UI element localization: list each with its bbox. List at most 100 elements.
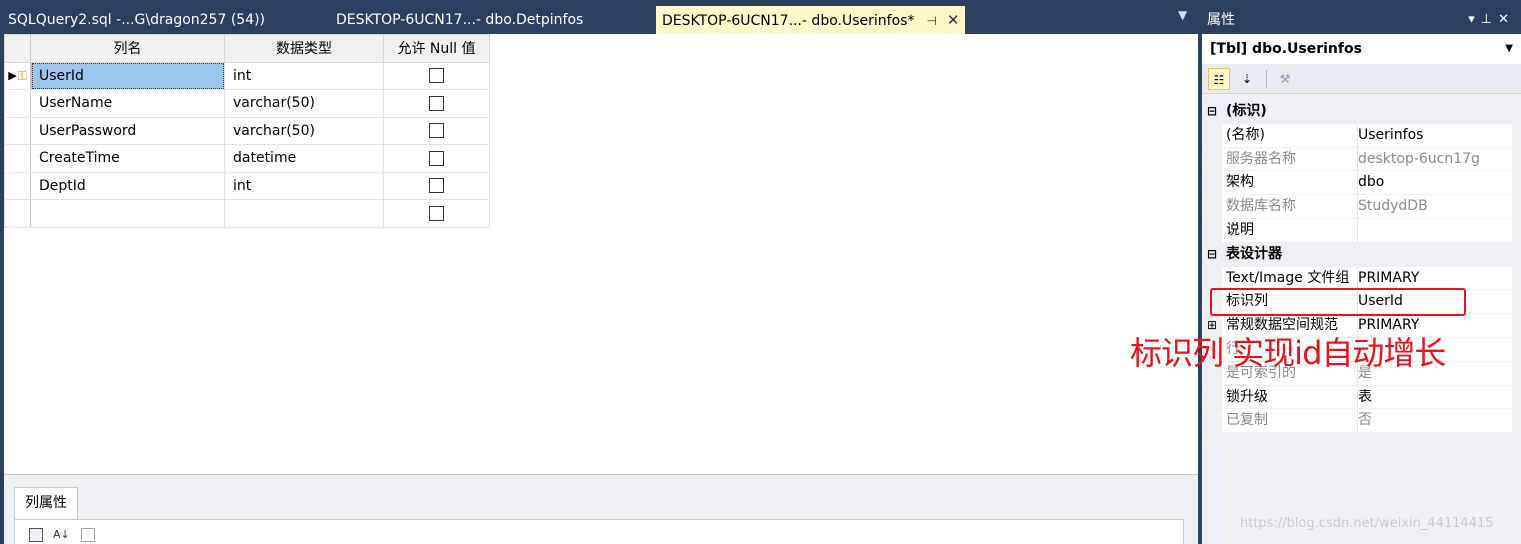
property-value[interactable]: Userinfos — [1357, 123, 1512, 147]
row-selector[interactable]: ▶ ⚿ — [4, 61, 31, 90]
allow-null-cell[interactable] — [383, 89, 490, 118]
table-row[interactable]: UserPassword varchar(50) — [4, 116, 490, 145]
allow-null-checkbox[interactable] — [429, 178, 444, 194]
window-position-icon[interactable]: ▾ — [1468, 12, 1481, 27]
data-type-header: 数据类型 — [224, 34, 384, 63]
row-selector[interactable] — [4, 171, 31, 200]
allow-null-cell[interactable] — [383, 61, 490, 90]
properties-title-bar: 属性 ▾⊥✕ — [1202, 6, 1521, 34]
allow-null-header: 允许 Null 值 — [383, 34, 490, 63]
allow-null-checkbox[interactable] — [429, 95, 444, 111]
allow-null-checkbox[interactable] — [429, 68, 444, 84]
table-row[interactable]: CreateTime datetime — [4, 144, 490, 173]
property-key: 数据库名称 — [1226, 198, 1296, 215]
document-tab-strip: SQLQuery2.sql -...G\dragon257 (54)) DESK… — [0, 0, 1200, 34]
tab-detpinfos[interactable]: DESKTOP-6UCN17...- dbo.Detpinfos — [330, 6, 589, 34]
property-row-database-name[interactable]: 数据库名称 StudydDB — [1202, 195, 1512, 219]
row-selector[interactable] — [4, 144, 31, 173]
property-row-server-name[interactable]: 服务器名称 desktop-6ucn17g — [1202, 147, 1512, 172]
tab-label: SQLQuery2.sql -...G\dragon257 (54)) — [8, 12, 266, 28]
allow-null-checkbox[interactable] — [429, 150, 444, 166]
collapse-icon[interactable]: ⊟ — [1202, 242, 1222, 267]
property-key: 锁升级 — [1226, 388, 1268, 405]
property-row-name[interactable]: (名称) Userinfos — [1202, 123, 1512, 148]
properties-title: 属性 — [1207, 12, 1235, 28]
row-selector[interactable] — [4, 199, 31, 228]
property-row-text-image-filegroup[interactable]: Text/Image 文件组 PRIMARY — [1202, 266, 1512, 291]
property-value[interactable]: 表 — [1357, 385, 1512, 409]
table-designer: 列名 数据类型 允许 Null 值 ▶ ⚿ UserId int UserName… — [4, 34, 1198, 474]
allow-null-checkbox[interactable] — [429, 205, 444, 221]
row-selector[interactable] — [4, 116, 31, 145]
allow-null-cell[interactable] — [383, 116, 490, 145]
column-name-cell[interactable] — [30, 199, 225, 228]
collapse-icon[interactable]: ⊟ — [1202, 100, 1222, 124]
category-identity[interactable]: ⊟ (标识) — [1202, 100, 1512, 124]
column-name-header: 列名 — [30, 34, 225, 63]
tab-list-dropdown-icon[interactable]: ▼ — [1178, 8, 1187, 22]
tab-column-properties[interactable]: 列属性 — [14, 487, 78, 519]
data-type-cell[interactable]: varchar(50) — [224, 89, 384, 118]
data-type-cell[interactable]: datetime — [224, 144, 384, 173]
allow-null-checkbox[interactable] — [429, 123, 444, 139]
property-row-description[interactable]: 说明 — [1202, 218, 1512, 243]
column-name-cell[interactable]: UserName — [30, 89, 225, 118]
property-value[interactable]: desktop-6ucn17g — [1357, 147, 1512, 171]
data-type-cell[interactable]: int — [224, 61, 384, 90]
column-name-cell[interactable]: CreateTime — [30, 144, 225, 173]
property-value[interactable] — [1357, 218, 1512, 242]
properties-window: 属性 ▾⊥✕ [Tbl] dbo.Userinfos ▼ ☷ ⇣ ⚒ ⊟ (标识… — [1202, 6, 1521, 544]
table-row-new[interactable] — [4, 199, 490, 228]
close-icon[interactable]: ✕ — [947, 11, 960, 29]
property-value[interactable]: StudydDB — [1357, 195, 1512, 218]
property-grid: ⊟ (标识) (名称) Userinfos 服务器名称 desktop-6ucn17… — [1202, 100, 1512, 434]
categorized-icon[interactable] — [29, 528, 43, 542]
property-pages-wrench-icon[interactable]: ⚒ — [1274, 68, 1296, 90]
property-key: 服务器名称 — [1226, 150, 1296, 167]
allow-null-cell[interactable] — [383, 171, 490, 200]
current-row-arrow-icon: ▶ — [8, 69, 17, 83]
table-row[interactable]: ▶ ⚿ UserId int — [4, 61, 490, 90]
property-key: 已复制 — [1226, 412, 1268, 429]
table-row[interactable]: DeptId int — [4, 171, 490, 200]
pin-icon[interactable]: ⊣ — [926, 14, 936, 28]
table-row[interactable]: UserName varchar(50) — [4, 89, 490, 118]
alphabetical-sort-icon[interactable]: ⇣ — [1236, 68, 1258, 90]
close-icon[interactable]: ✕ — [1498, 12, 1515, 27]
toolbar-separator — [1266, 70, 1267, 88]
property-key: 架构 — [1226, 174, 1254, 191]
column-name-cell[interactable]: UserId — [30, 61, 225, 90]
watermark: https://blog.csdn.net/weixin_44114415 — [1240, 516, 1494, 531]
properties-scrollbar[interactable] — [1512, 100, 1521, 544]
property-key: 说明 — [1226, 221, 1254, 238]
property-key: (名称) — [1226, 126, 1265, 143]
data-type-cell[interactable]: int — [224, 171, 384, 200]
property-value[interactable]: 否 — [1357, 409, 1512, 433]
category-label: 表设计器 — [1226, 245, 1282, 262]
data-type-cell[interactable]: varchar(50) — [224, 116, 384, 145]
allow-null-cell[interactable] — [383, 144, 490, 173]
pin-icon[interactable]: ⊥ — [1481, 12, 1498, 27]
alphabetical-icon[interactable]: A↓ — [53, 528, 70, 544]
allow-null-cell[interactable] — [383, 199, 490, 228]
property-value[interactable]: dbo — [1357, 171, 1512, 195]
data-type-cell[interactable] — [224, 199, 384, 228]
column-name-cell[interactable]: UserPassword — [30, 116, 225, 145]
column-name-cell[interactable]: DeptId — [30, 171, 225, 200]
property-row-lock-escalation[interactable]: 锁升级 表 — [1202, 385, 1512, 410]
tab-sqlquery2[interactable]: SQLQuery2.sql -...G\dragon257 (54)) — [2, 6, 271, 34]
property-pages-icon[interactable] — [81, 528, 95, 542]
primary-key-icon: ⚿ — [17, 68, 27, 83]
property-key: Text/Image 文件组 — [1226, 269, 1350, 286]
categorized-icon[interactable]: ☷ — [1208, 68, 1230, 90]
property-row-replicated[interactable]: 已复制 否 — [1202, 409, 1512, 434]
row-selector[interactable] — [4, 89, 31, 118]
column-grid: 列名 数据类型 允许 Null 值 ▶ ⚿ UserId int UserName… — [4, 34, 490, 228]
column-properties-panel: A↓ — [14, 519, 1184, 544]
category-table-designer[interactable]: ⊟ 表设计器 — [1202, 242, 1512, 267]
object-selector[interactable]: [Tbl] dbo.Userinfos ▼ — [1202, 34, 1521, 64]
property-row-schema[interactable]: 架构 dbo — [1202, 171, 1512, 196]
tab-label: DESKTOP-6UCN17...- dbo.Detpinfos — [336, 12, 584, 28]
tab-userinfos[interactable]: DESKTOP-6UCN17...- dbo.Userinfos* ⊣ ✕ — [656, 6, 966, 34]
property-value[interactable]: PRIMARY — [1357, 266, 1512, 290]
